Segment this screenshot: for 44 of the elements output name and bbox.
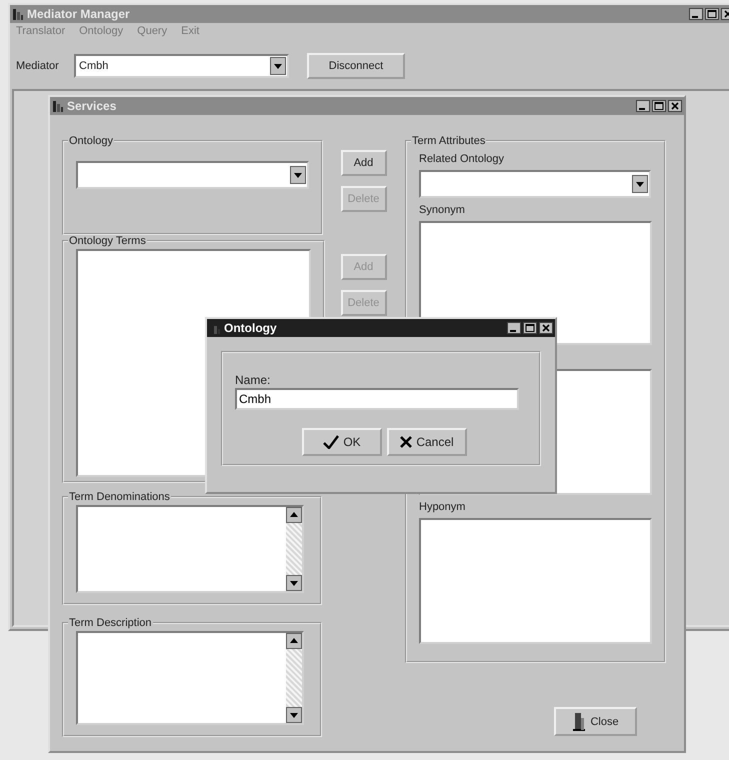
cancel-button[interactable]: Cancel bbox=[387, 428, 467, 456]
maximize-icon[interactable] bbox=[652, 100, 666, 112]
scrollbar[interactable] bbox=[286, 633, 302, 723]
button: Delete bbox=[340, 186, 386, 212]
scroll-up-icon[interactable] bbox=[286, 633, 302, 649]
related-ontology-dropdown[interactable] bbox=[419, 170, 651, 198]
door-icon bbox=[572, 712, 586, 732]
field-label: Hyponym bbox=[419, 501, 466, 514]
button: Add bbox=[340, 254, 386, 280]
window-icon bbox=[52, 99, 64, 113]
field-label: Related Ontology bbox=[419, 153, 505, 166]
checkmark-icon bbox=[323, 435, 340, 449]
close-button[interactable]: Close bbox=[554, 707, 637, 736]
close-icon[interactable] bbox=[668, 100, 682, 112]
minimize-icon[interactable] bbox=[636, 100, 650, 112]
scroll-up-icon[interactable] bbox=[286, 507, 302, 523]
group-title: Ontology bbox=[68, 135, 114, 147]
scroll-down-icon[interactable] bbox=[286, 707, 302, 723]
group-title: Ontology Terms bbox=[68, 235, 147, 247]
button: Delete bbox=[340, 290, 386, 316]
mediator-dropdown[interactable]: Cmbh bbox=[74, 54, 289, 78]
minimize-icon[interactable] bbox=[689, 8, 703, 20]
group-title: Term Description bbox=[68, 617, 153, 629]
name-field[interactable]: Cmbh bbox=[235, 388, 519, 410]
maximize-icon[interactable] bbox=[705, 8, 719, 20]
close-icon[interactable] bbox=[539, 322, 553, 334]
maximize-icon[interactable] bbox=[523, 322, 537, 334]
field-label: Synonym bbox=[419, 204, 466, 217]
group-title: Term Denominations bbox=[68, 491, 171, 503]
scroll-down-icon[interactable] bbox=[286, 575, 302, 591]
window-icon bbox=[12, 7, 24, 21]
scrollbar[interactable] bbox=[286, 507, 302, 591]
window-title: Services bbox=[67, 99, 118, 113]
button[interactable]: Add bbox=[340, 150, 386, 176]
field-label: Mediator bbox=[16, 60, 60, 72]
window-title: Ontology bbox=[224, 321, 278, 335]
ok-button[interactable]: OK bbox=[302, 428, 382, 456]
disconnect-button[interactable]: Disconnect bbox=[307, 53, 405, 79]
ontology-dropdown[interactable] bbox=[76, 161, 309, 189]
cross-icon bbox=[400, 436, 412, 448]
minimize-icon[interactable] bbox=[507, 322, 521, 334]
field-label: Name: bbox=[235, 373, 272, 387]
window-title: Mediator Manager bbox=[27, 7, 131, 21]
group-title: Term Attributes bbox=[411, 135, 486, 147]
